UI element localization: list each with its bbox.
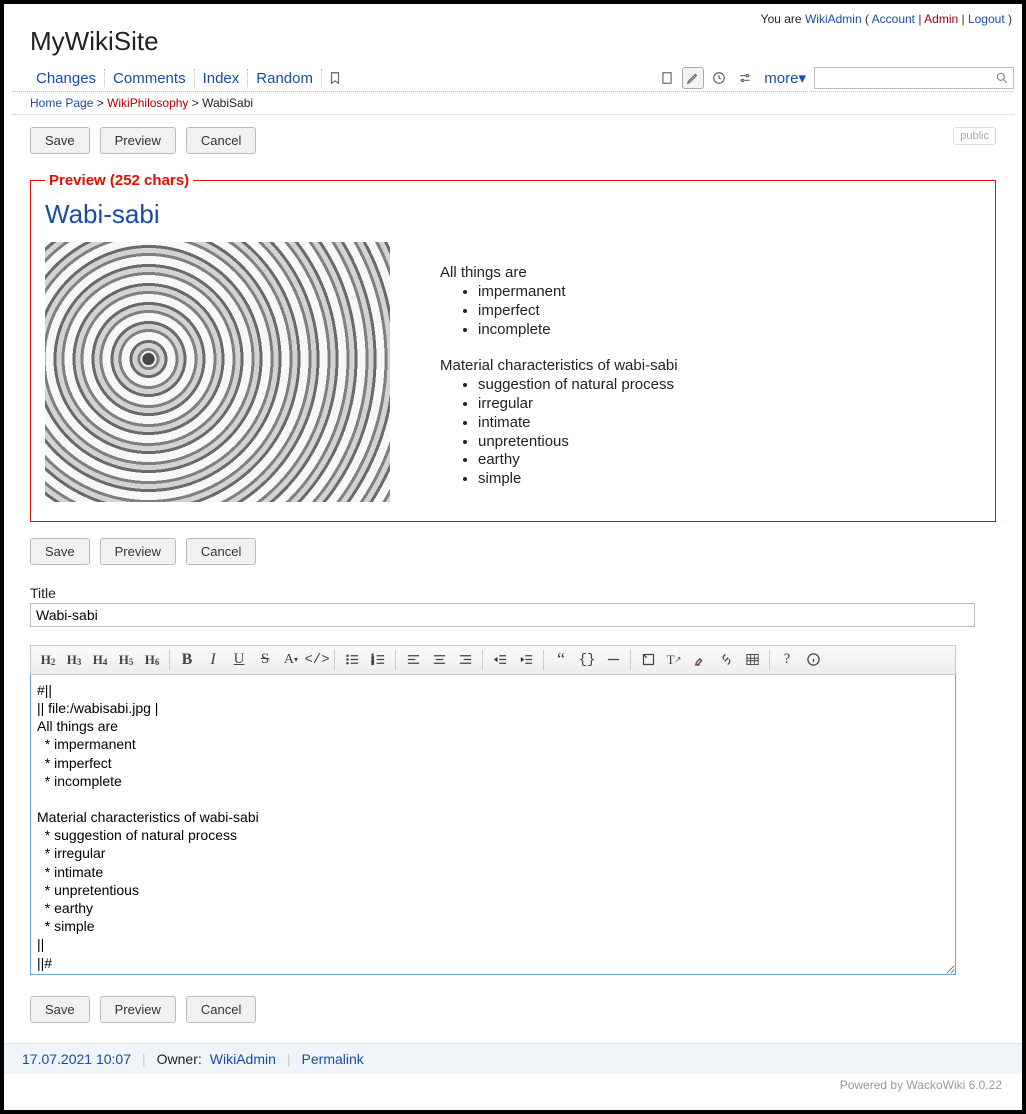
breadcrumb: Home Page > WikiPhilosophy > WabiSabi: [12, 92, 1014, 115]
you-are-label: You are: [761, 12, 802, 26]
list-item: irregular: [478, 395, 678, 414]
ul-button[interactable]: [339, 648, 365, 672]
nav-changes[interactable]: Changes: [30, 68, 102, 89]
save-button[interactable]: Save: [30, 127, 90, 154]
breadcrumb-home[interactable]: Home Page: [30, 96, 93, 110]
primary-nav: Changes Comments Index Random: [30, 67, 656, 89]
h5-button[interactable]: H5: [113, 648, 139, 672]
font-button[interactable]: A▾: [278, 648, 304, 672]
preview-button[interactable]: Preview: [100, 996, 176, 1023]
body-editor[interactable]: [30, 675, 956, 975]
cancel-button[interactable]: Cancel: [186, 996, 256, 1023]
align-center-button[interactable]: [426, 648, 452, 672]
h2-button[interactable]: H2: [35, 648, 61, 672]
highlight-button[interactable]: [687, 648, 713, 672]
search-box[interactable]: [814, 67, 1014, 89]
strike-button[interactable]: S: [252, 648, 278, 672]
outdent-button[interactable]: [487, 648, 513, 672]
list-item: earthy: [478, 451, 678, 470]
hr-button[interactable]: [600, 648, 626, 672]
search-icon: [995, 71, 1009, 85]
admin-link[interactable]: Admin: [924, 12, 958, 26]
h3-button[interactable]: H3: [61, 648, 87, 672]
preview-panel: Preview (252 chars) Wabi-sabi All things…: [30, 172, 996, 522]
search-input[interactable]: [819, 71, 995, 85]
braces-button[interactable]: {}: [574, 648, 600, 672]
help-button[interactable]: ?: [774, 648, 800, 672]
breadcrumb-l1[interactable]: WikiPhilosophy: [107, 96, 188, 110]
account-link[interactable]: Account: [872, 12, 915, 26]
owner-label: Owner:: [157, 1051, 202, 1067]
title-label: Title: [30, 585, 996, 601]
more-menu[interactable]: more▾: [760, 69, 810, 87]
nav-comments[interactable]: Comments: [107, 68, 192, 89]
bold-button[interactable]: B: [174, 648, 200, 672]
breadcrumb-l2: WabiSabi: [202, 96, 253, 110]
save-button[interactable]: Save: [30, 538, 90, 565]
list-item: suggestion of natural process: [478, 376, 678, 395]
nav-random[interactable]: Random: [250, 68, 319, 89]
settings-icon[interactable]: [734, 67, 756, 89]
list-item: unpretentious: [478, 433, 678, 452]
quote-button[interactable]: “: [548, 648, 574, 672]
permalink[interactable]: Permalink: [302, 1051, 364, 1067]
user-bar: You are WikiAdmin ( Account | Admin | Lo…: [12, 10, 1014, 26]
bookmark-add-icon[interactable]: [324, 67, 346, 89]
align-right-button[interactable]: [452, 648, 478, 672]
italic-button[interactable]: I: [200, 648, 226, 672]
editor-toolbar: H2 H3 H4 H5 H6 B I U S A▾ </> 123 “ {} T…: [30, 645, 956, 675]
preview-button[interactable]: Preview: [100, 127, 176, 154]
nav-index[interactable]: Index: [197, 68, 246, 89]
footer-date[interactable]: 17.07.2021 10:07: [22, 1051, 131, 1067]
align-left-button[interactable]: [400, 648, 426, 672]
logout-link[interactable]: Logout: [968, 12, 1005, 26]
underline-button[interactable]: U: [226, 648, 252, 672]
cancel-button[interactable]: Cancel: [186, 538, 256, 565]
history-icon[interactable]: [708, 67, 730, 89]
preview-button[interactable]: Preview: [100, 538, 176, 565]
title-input[interactable]: [30, 603, 975, 627]
code-button[interactable]: </>: [304, 648, 330, 672]
username-link[interactable]: WikiAdmin: [805, 12, 862, 26]
public-badge: public: [953, 127, 996, 145]
svg-text:3: 3: [371, 661, 374, 666]
textsize-button[interactable]: T↗: [661, 648, 687, 672]
h6-button[interactable]: H6: [139, 648, 165, 672]
preview-title: Wabi-sabi: [45, 199, 981, 242]
preview-text: All things are impermanent imperfect inc…: [440, 242, 678, 507]
indent-button[interactable]: [513, 648, 539, 672]
cancel-button[interactable]: Cancel: [186, 127, 256, 154]
page-icon[interactable]: [656, 67, 678, 89]
page-footer: 17.07.2021 10:07 | Owner: WikiAdmin | Pe…: [4, 1043, 1022, 1074]
list-item: impermanent: [478, 283, 678, 302]
note-button[interactable]: [635, 648, 661, 672]
info-button[interactable]: [800, 648, 826, 672]
powered-by: Powered by WackoWiki 6.0.22: [12, 1074, 1014, 1092]
h4-button[interactable]: H4: [87, 648, 113, 672]
save-button[interactable]: Save: [30, 996, 90, 1023]
preview-image: [45, 242, 390, 502]
site-title: MyWikiSite: [12, 26, 1014, 67]
owner-link[interactable]: WikiAdmin: [210, 1051, 276, 1067]
list-item: incomplete: [478, 321, 678, 340]
preview-legend: Preview (252 chars): [45, 172, 193, 189]
list-item: imperfect: [478, 302, 678, 321]
edit-icon[interactable]: [682, 67, 704, 89]
ol-button[interactable]: 123: [365, 648, 391, 672]
list-item: simple: [478, 470, 678, 489]
link-button[interactable]: [713, 648, 739, 672]
list-item: intimate: [478, 414, 678, 433]
table-button[interactable]: [739, 648, 765, 672]
